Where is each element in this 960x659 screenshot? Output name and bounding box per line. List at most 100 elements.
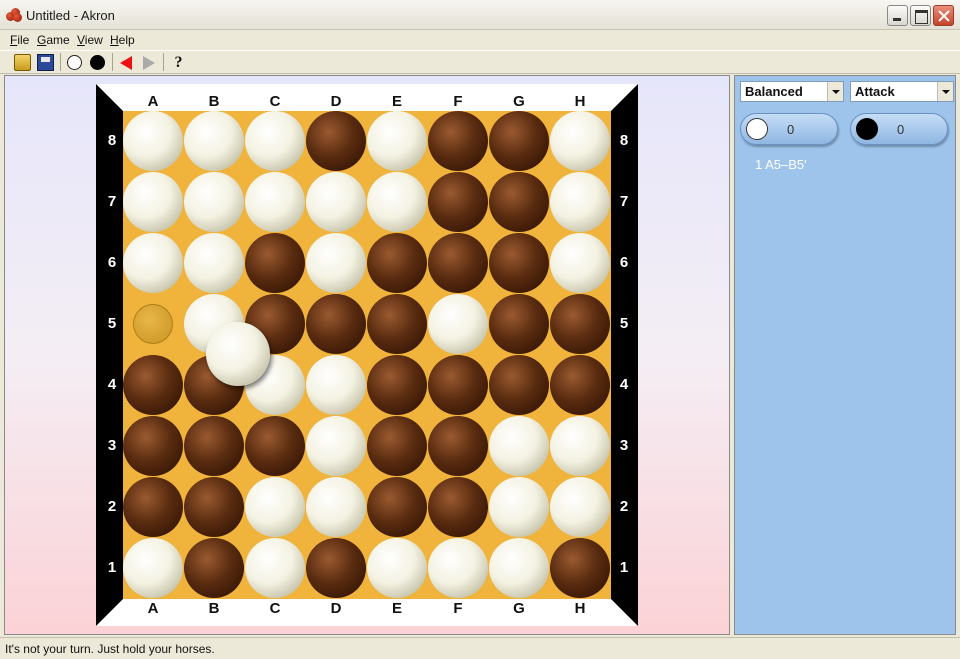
menu-file[interactable]: File (10, 33, 29, 47)
menu-game[interactable]: Game (37, 33, 70, 47)
white-stone-f5[interactable] (428, 294, 488, 354)
column-label-g: G (513, 600, 525, 617)
row-label-7: 7 (107, 193, 117, 210)
brown-stone-a4[interactable] (123, 355, 183, 415)
chevron-down-icon[interactable] (937, 82, 953, 101)
brown-stone-d1[interactable] (306, 538, 366, 598)
brown-stone-c3[interactable] (245, 416, 305, 476)
move-list-item[interactable]: 1 A5–B5' (755, 157, 807, 172)
white-stone-h2[interactable] (550, 477, 610, 537)
white-stone-a8[interactable] (123, 111, 183, 171)
white-stone-h7[interactable] (550, 172, 610, 232)
white-stone-d2[interactable] (306, 477, 366, 537)
brown-stone-e4[interactable] (367, 355, 427, 415)
chevron-down-icon[interactable] (827, 82, 843, 101)
back-arrow-icon[interactable] (120, 56, 132, 70)
row-label-2: 2 (619, 498, 629, 515)
forward-arrow-icon[interactable] (143, 56, 155, 70)
white-stone-c7[interactable] (245, 172, 305, 232)
column-label-c: C (269, 93, 281, 110)
side-panel: Balanced Attack 0 0 1 A5–B5' (734, 75, 956, 635)
white-stone-d7[interactable] (306, 172, 366, 232)
brown-stone-a3[interactable] (123, 416, 183, 476)
brown-stone-f2[interactable] (428, 477, 488, 537)
white-stone-b6[interactable] (184, 233, 244, 293)
akron-app-icon (6, 8, 22, 22)
white-stone-b7[interactable] (184, 172, 244, 232)
white-stone-h8[interactable] (550, 111, 610, 171)
column-label-e: E (391, 93, 402, 110)
brown-stone-g8[interactable] (489, 111, 549, 171)
white-stone-e7[interactable] (367, 172, 427, 232)
row-label-6: 6 (107, 254, 117, 271)
brown-stone-g4[interactable] (489, 355, 549, 415)
black-score: 0 (897, 122, 905, 137)
white-stone-c1[interactable] (245, 538, 305, 598)
maximize-button[interactable] (910, 5, 931, 26)
brown-stone-h5[interactable] (550, 294, 610, 354)
brown-stone-f6[interactable] (428, 233, 488, 293)
brown-stone-d5[interactable] (306, 294, 366, 354)
open-folder-icon[interactable] (14, 54, 31, 71)
column-label-f: F (453, 600, 463, 617)
white-stone-d4[interactable] (306, 355, 366, 415)
row-label-5: 5 (107, 315, 117, 332)
row-label-8: 8 (619, 132, 629, 149)
white-stone-g2[interactable] (489, 477, 549, 537)
brown-stone-h1[interactable] (550, 538, 610, 598)
brown-stone-e6[interactable] (367, 233, 427, 293)
brown-stone-h4[interactable] (550, 355, 610, 415)
white-player-select[interactable]: Balanced (740, 81, 844, 102)
white-stone-e8[interactable] (367, 111, 427, 171)
white-stone-g1[interactable] (489, 538, 549, 598)
black-player-select[interactable]: Attack (850, 81, 954, 102)
white-stone-h6[interactable] (550, 233, 610, 293)
white-stone-a6[interactable] (123, 233, 183, 293)
brown-stone-b1[interactable] (184, 538, 244, 598)
white-stone-a1[interactable] (123, 538, 183, 598)
white-stone-a7[interactable] (123, 172, 183, 232)
black-stone-icon (856, 118, 878, 140)
white-stone-f1[interactable] (428, 538, 488, 598)
brown-stone-d8[interactable] (306, 111, 366, 171)
brown-stone-e2[interactable] (367, 477, 427, 537)
white-stone-d3[interactable] (306, 416, 366, 476)
menu-view[interactable]: View (77, 33, 103, 47)
white-stone-d6[interactable] (306, 233, 366, 293)
white-stone-c2[interactable] (245, 477, 305, 537)
column-label-d: D (330, 600, 342, 617)
minimize-button[interactable] (887, 5, 908, 26)
ghost-stone-a5[interactable] (133, 304, 173, 344)
brown-stone-g5[interactable] (489, 294, 549, 354)
save-disk-icon[interactable] (37, 54, 54, 71)
brown-stone-e3[interactable] (367, 416, 427, 476)
brown-stone-f4[interactable] (428, 355, 488, 415)
brown-stone-f3[interactable] (428, 416, 488, 476)
row-label-7: 7 (619, 193, 629, 210)
help-question-icon[interactable]: ? (170, 54, 187, 71)
status-text: It's not your turn. Just hold your horse… (5, 642, 215, 656)
menu-help[interactable]: Help (110, 33, 135, 47)
white-stone-c8[interactable] (245, 111, 305, 171)
white-stone-e1[interactable] (367, 538, 427, 598)
white-stone-h3[interactable] (550, 416, 610, 476)
white-player-value: Balanced (745, 84, 803, 99)
white-stone-b8[interactable] (184, 111, 244, 171)
brown-stone-a2[interactable] (123, 477, 183, 537)
close-button[interactable] (933, 5, 954, 26)
brown-stone-g7[interactable] (489, 172, 549, 232)
row-label-4: 4 (619, 376, 629, 393)
dragged-white-stone[interactable] (206, 322, 270, 386)
brown-stone-f7[interactable] (428, 172, 488, 232)
white-stone-icon[interactable] (67, 55, 82, 70)
column-label-b: B (208, 93, 220, 110)
brown-stone-c6[interactable] (245, 233, 305, 293)
brown-stone-b3[interactable] (184, 416, 244, 476)
black-stone-icon[interactable] (90, 55, 105, 70)
row-label-5: 5 (619, 315, 629, 332)
white-stone-g3[interactable] (489, 416, 549, 476)
brown-stone-g6[interactable] (489, 233, 549, 293)
brown-stone-b2[interactable] (184, 477, 244, 537)
brown-stone-e5[interactable] (367, 294, 427, 354)
brown-stone-f8[interactable] (428, 111, 488, 171)
